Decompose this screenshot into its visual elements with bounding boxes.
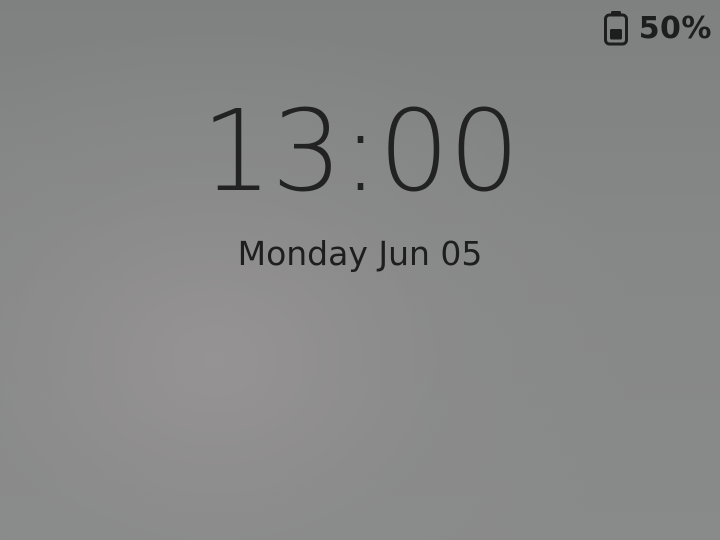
status-bar: 50%: [603, 0, 720, 56]
battery-icon: [603, 10, 629, 46]
lock-screen-date: Monday Jun 05: [237, 234, 483, 273]
lock-screen-clock: 13:00: [201, 87, 520, 217]
battery-percentage: 50%: [638, 10, 712, 46]
